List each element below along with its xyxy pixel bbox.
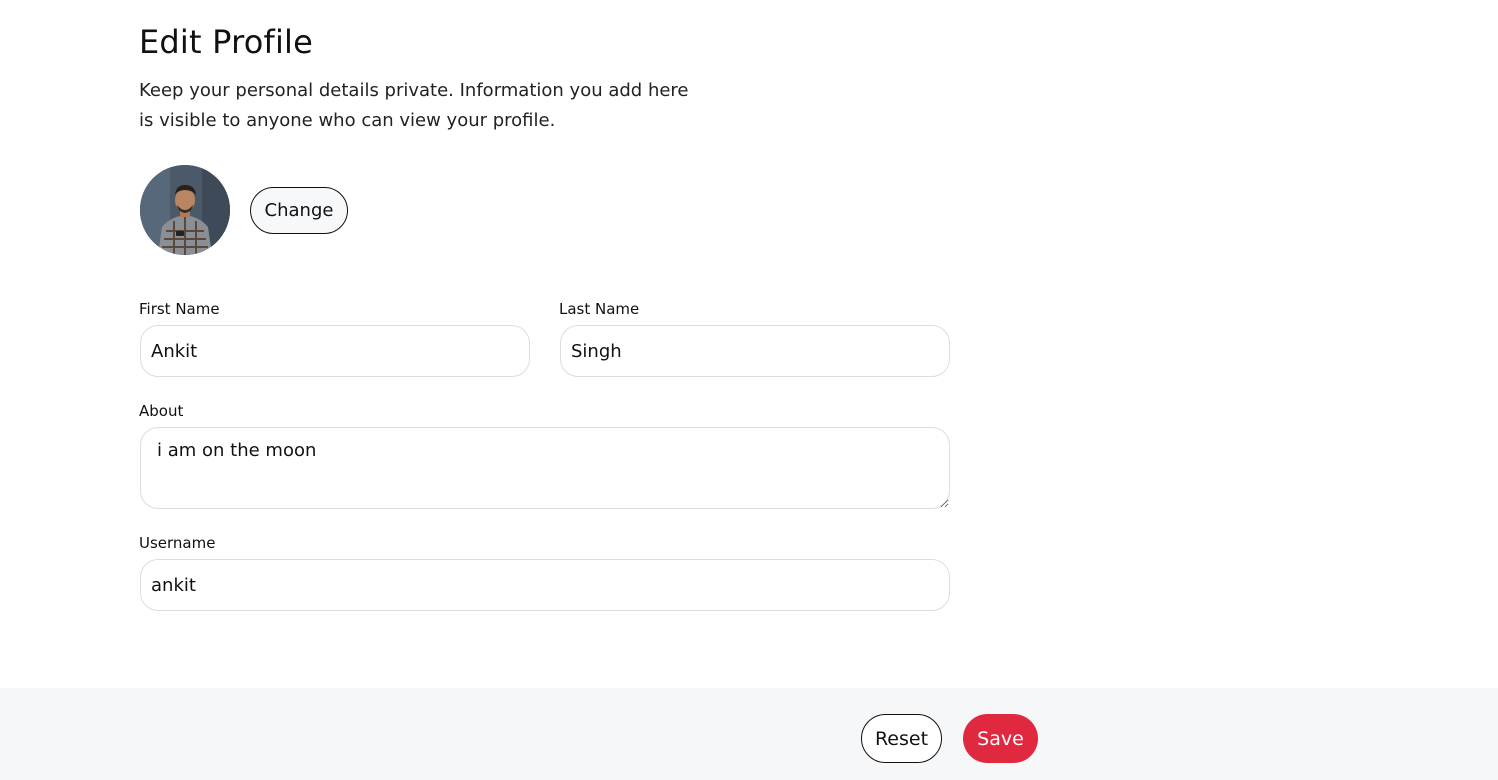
footer-bar [0,688,1498,780]
edit-profile-page: Edit Profile Keep your personal details … [0,0,1498,780]
save-button[interactable]: Save [963,714,1038,763]
avatar [140,165,230,255]
about-textarea[interactable]: i am on the moon [140,427,950,509]
reset-button[interactable]: Reset [861,714,942,763]
first-name-input[interactable] [140,325,530,377]
page-title: Edit Profile [139,23,314,61]
first-name-label: First Name [139,300,220,318]
username-input[interactable] [140,559,950,611]
change-photo-button[interactable]: Change [250,187,348,234]
last-name-label: Last Name [559,300,640,318]
username-label: Username [139,534,216,552]
profile-photo-icon [140,165,230,255]
page-subtitle: Keep your personal details private. Info… [139,80,689,131]
about-label: About [139,402,184,420]
last-name-input[interactable] [560,325,950,377]
